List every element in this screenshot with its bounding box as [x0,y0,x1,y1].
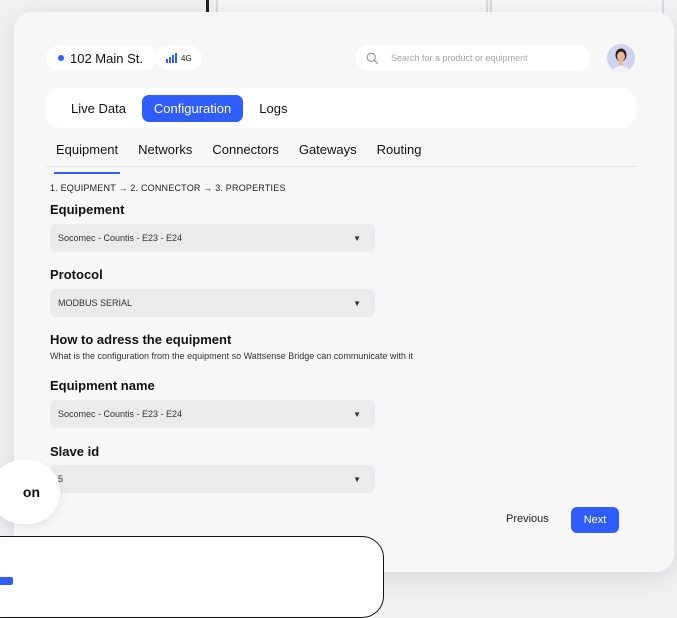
main-card: 102 Main St. 4G Live Data Configuration … [14,12,674,572]
subtab-connectors[interactable]: Connectors [212,142,278,166]
caret-down-icon: ▼ [353,474,361,484]
slave-id-select[interactable]: 5 ▼ [50,465,375,493]
subtab-networks[interactable]: Networks [138,142,192,166]
status-dot-icon [58,55,64,61]
caret-down-icon: ▼ [353,298,361,308]
network-pill[interactable]: 4G [156,46,202,70]
tab-logs[interactable]: Logs [247,95,299,122]
caret-down-icon: ▼ [353,409,361,419]
signal-icon [166,53,177,63]
protocol-label: Protocol [50,267,103,282]
tab-configuration[interactable]: Configuration [141,94,244,122]
slave-id-label: Slave id [50,444,100,459]
avatar[interactable] [607,44,635,72]
subtab-gateways[interactable]: Gateways [299,142,357,166]
equipment-name-label: Equipment name [50,378,155,393]
location-label: 102 Main St. [70,50,143,66]
caret-down-icon: ▼ [353,233,361,243]
previous-button[interactable]: Previous [506,513,549,525]
equipment-name-select[interactable]: Socomec - Countis - E23 - E24 ▼ [50,400,375,428]
protocol-select-value: MODBUS SERIAL [58,298,133,308]
next-button[interactable]: Next [571,507,619,533]
sub-tabs: Equipment Networks Connectors Gateways R… [46,142,636,174]
user-avatar-icon [607,44,635,72]
network-label: 4G [181,53,192,63]
equipment-select[interactable]: Socomec - Countis - E23 - E24 ▼ [50,224,375,252]
search-icon [366,52,379,64]
address-section-title: How to adress the equipment [50,332,232,347]
address-section-description: What is the configuration from the equip… [50,351,413,361]
steps-breadcrumb: 1. EQUIPMENT → 2. CONNECTOR → 3. PROPERT… [50,183,286,193]
floating-panel [0,536,384,618]
protocol-select[interactable]: MODBUS SERIAL ▼ [50,289,375,317]
subtab-equipment[interactable]: Equipment [53,142,121,174]
main-tabs: Live Data Configuration Logs [45,88,636,128]
equipment-label: Equipement [50,202,125,217]
equipment-select-value: Socomec - Countis - E23 - E24 [58,233,183,243]
equipment-name-value: Socomec - Countis - E23 - E24 [58,409,183,419]
floating-chip-label: on [22,484,40,500]
search-input[interactable] [389,52,573,64]
search-bar[interactable] [356,45,590,71]
location-pill[interactable]: 102 Main St. [46,46,157,70]
tab-live-data[interactable]: Live Data [59,95,138,122]
subtab-routing[interactable]: Routing [377,142,422,166]
